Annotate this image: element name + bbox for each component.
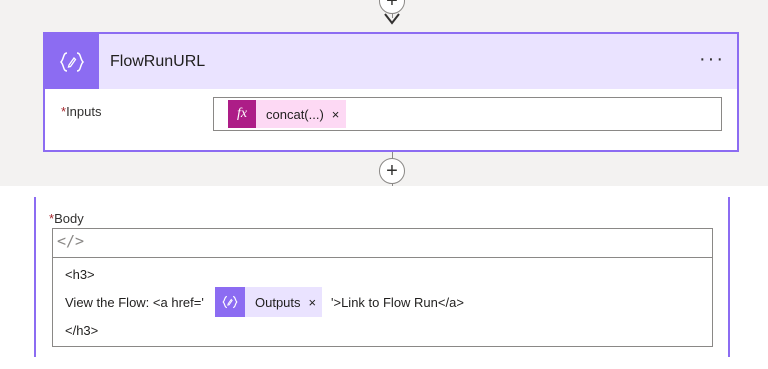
code-line-open[interactable]: <h3> [65,267,95,282]
body-editor[interactable]: </> <h3> View the Flow: <a href=' Output… [52,228,713,347]
plus-icon: + [386,160,398,182]
arrow-down-icon [384,13,400,25]
panel-border-right [728,197,730,357]
add-step-button-bottom[interactable]: + [379,158,405,184]
code-line-link-prefix[interactable]: View the Flow: <a href=' [65,295,204,310]
panel-border-left [34,197,36,357]
body-label: *Body [49,211,84,226]
concat-expression-token[interactable]: fx concat(...) × [228,100,347,128]
code-line-link-suffix[interactable]: '>Link to Flow Run</a> [331,295,464,310]
inputs-field[interactable]: fx concat(...) × [213,97,722,131]
add-step-button-top[interactable]: + [379,0,405,14]
code-line-close[interactable]: </h3> [65,323,98,338]
outputs-token[interactable]: Outputs × [215,287,323,317]
inputs-row: *Inputs fx concat(...) × [45,89,737,150]
compose-action-card: FlowRunURL ··· *Inputs fx concat(...) × [43,32,739,152]
card-header[interactable]: FlowRunURL ··· [45,34,737,89]
compose-icon [215,287,245,317]
more-options-icon[interactable]: ··· [699,48,725,71]
remove-token-icon[interactable]: × [309,295,317,310]
code-view-icon[interactable]: </> [57,232,84,250]
editor-toolbar: </> [53,229,712,258]
inputs-label: *Inputs [61,104,102,119]
fx-icon: fx [228,100,256,128]
plus-icon: + [386,0,398,12]
card-title[interactable]: FlowRunURL [110,53,205,71]
compose-icon [45,34,99,89]
token-label: Outputs [255,294,301,310]
token-label: concat(...) [266,106,324,122]
remove-token-icon[interactable]: × [332,107,340,122]
